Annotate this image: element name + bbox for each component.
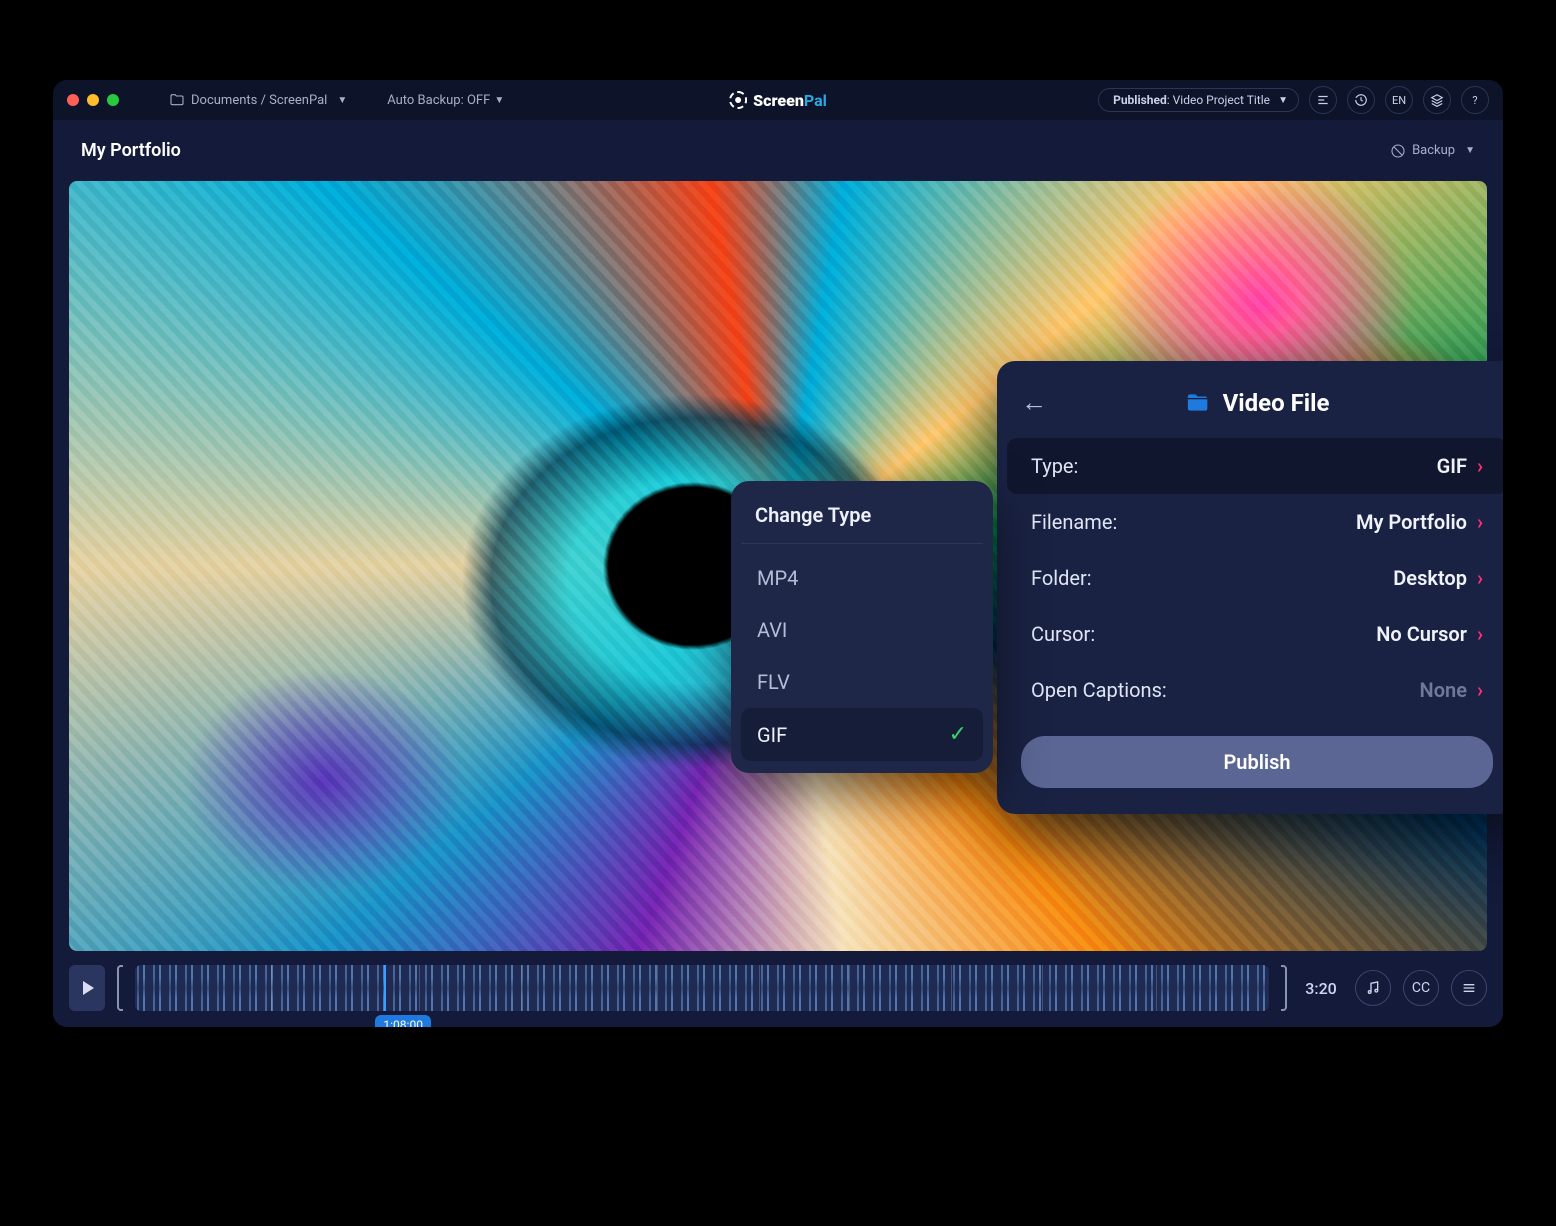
chevron-right-icon: › — [1477, 622, 1483, 646]
help-button[interactable]: ? — [1461, 86, 1489, 114]
type-option-label: AVI — [757, 618, 787, 642]
brand-logo-icon — [729, 91, 747, 109]
window-controls — [67, 94, 119, 106]
type-option-avi[interactable]: AVI — [741, 604, 983, 656]
type-option-mp4[interactable]: MP4 — [741, 552, 983, 604]
type-option-label: FLV — [757, 670, 790, 694]
breadcrumb-path: Documents / ScreenPal — [191, 93, 327, 108]
publish-button[interactable]: Publish — [1021, 736, 1493, 788]
language-button[interactable]: EN — [1385, 86, 1413, 114]
music-button[interactable] — [1355, 970, 1391, 1006]
row-type[interactable]: Type: GIF › — [1007, 438, 1503, 494]
auto-backup-value: OFF — [467, 93, 490, 108]
video-file-title: Video File — [1223, 389, 1330, 417]
portfolio-header: My Portfolio Backup ▼ — [53, 120, 1503, 181]
layers-icon — [1430, 93, 1444, 107]
auto-backup-label: Auto Backup: — [387, 93, 464, 108]
canvas-area: Change Type MP4 AVI FLV GIF ✓ ← Video File — [69, 181, 1487, 951]
page-title: My Portfolio — [81, 140, 181, 161]
row-captions-label: Open Captions: — [1031, 678, 1167, 702]
help-icon: ? — [1472, 94, 1477, 107]
row-folder-value: Desktop — [1393, 566, 1467, 590]
play-icon — [83, 981, 94, 995]
row-cursor-label: Cursor: — [1031, 622, 1095, 646]
publish-status-prefix: Published — [1113, 93, 1167, 107]
chevron-down-icon: ▼ — [1278, 95, 1288, 106]
chevron-right-icon: › — [1477, 454, 1483, 478]
type-option-label: GIF — [757, 723, 787, 747]
history-button[interactable] — [1347, 86, 1375, 114]
list-icon — [1316, 93, 1330, 107]
timeline-row: 1:08:00 3:20 CC — [69, 965, 1487, 1011]
row-type-value: GIF — [1437, 454, 1467, 478]
row-captions-value: None — [1420, 678, 1467, 702]
layers-button[interactable] — [1423, 86, 1451, 114]
change-type-popover: Change Type MP4 AVI FLV GIF ✓ — [731, 481, 993, 773]
no-backup-icon — [1390, 143, 1406, 159]
history-icon — [1354, 93, 1368, 107]
folder-video-icon — [1185, 390, 1211, 416]
header-right: Published: Video Project Title ▼ EN ? — [1098, 86, 1489, 114]
breadcrumb[interactable]: Documents / ScreenPal ▼ — [169, 92, 347, 108]
backup-label: Backup — [1412, 143, 1455, 158]
back-button[interactable]: ← — [1021, 387, 1047, 418]
language-label: EN — [1392, 94, 1406, 107]
waveform — [135, 965, 1269, 1011]
cc-label: CC — [1412, 980, 1430, 996]
app-window: Documents / ScreenPal ▼ Auto Backup: OFF… — [53, 80, 1503, 1027]
playhead[interactable] — [384, 965, 386, 1011]
folder-icon — [169, 92, 185, 108]
row-filename-label: Filename: — [1031, 510, 1117, 534]
chevron-down-icon: ▼ — [1465, 145, 1475, 156]
chevron-right-icon: › — [1477, 510, 1483, 534]
row-folder-label: Folder: — [1031, 566, 1092, 590]
music-icon — [1365, 980, 1381, 996]
row-filename[interactable]: Filename: My Portfolio › — [1007, 494, 1503, 550]
change-type-title: Change Type — [741, 503, 983, 544]
publish-status-title: Video Project Title — [1173, 93, 1270, 107]
trim-start-handle[interactable] — [117, 965, 123, 1011]
content-area: My Portfolio Backup ▼ Change Type MP4 AVI… — [53, 120, 1503, 1027]
app-brand: ScreenPal — [729, 91, 827, 110]
check-icon: ✓ — [949, 722, 967, 747]
minimize-window-button[interactable] — [87, 94, 99, 106]
row-cursor[interactable]: Cursor: No Cursor › — [1007, 606, 1503, 662]
more-menu-button[interactable] — [1451, 970, 1487, 1006]
duration-label: 3:20 — [1299, 979, 1343, 998]
chevron-right-icon: › — [1477, 566, 1483, 590]
chevron-right-icon: › — [1477, 678, 1483, 702]
backup-menu[interactable]: Backup ▼ — [1390, 143, 1475, 159]
video-file-panel: ← Video File Type: GIF › Filename: — [997, 361, 1503, 814]
timeline-track[interactable] — [135, 965, 1269, 1011]
play-button[interactable] — [69, 965, 105, 1011]
trim-end-handle[interactable] — [1281, 965, 1287, 1011]
brand-name: ScreenPal — [753, 91, 827, 110]
row-captions[interactable]: Open Captions: None › — [1007, 662, 1503, 718]
playlist-button[interactable] — [1309, 86, 1337, 114]
publish-status-dropdown[interactable]: Published: Video Project Title ▼ — [1098, 88, 1299, 112]
row-cursor-value: No Cursor — [1376, 622, 1467, 646]
row-type-label: Type: — [1031, 454, 1078, 478]
row-filename-value: My Portfolio — [1356, 510, 1467, 534]
close-window-button[interactable] — [67, 94, 79, 106]
maximize-window-button[interactable] — [107, 94, 119, 106]
type-option-flv[interactable]: FLV — [741, 656, 983, 708]
auto-backup-toggle[interactable]: Auto Backup: OFF ▼ — [387, 93, 504, 108]
type-option-gif[interactable]: GIF ✓ — [741, 708, 983, 761]
title-bar: Documents / ScreenPal ▼ Auto Backup: OFF… — [53, 80, 1503, 120]
menu-icon — [1461, 980, 1477, 996]
chevron-down-icon: ▼ — [494, 95, 504, 106]
playhead-time-label: 1:08:00 — [375, 1015, 431, 1027]
captions-button[interactable]: CC — [1403, 970, 1439, 1006]
row-folder[interactable]: Folder: Desktop › — [1007, 550, 1503, 606]
type-option-label: MP4 — [757, 566, 798, 590]
chevron-down-icon: ▼ — [337, 95, 347, 106]
